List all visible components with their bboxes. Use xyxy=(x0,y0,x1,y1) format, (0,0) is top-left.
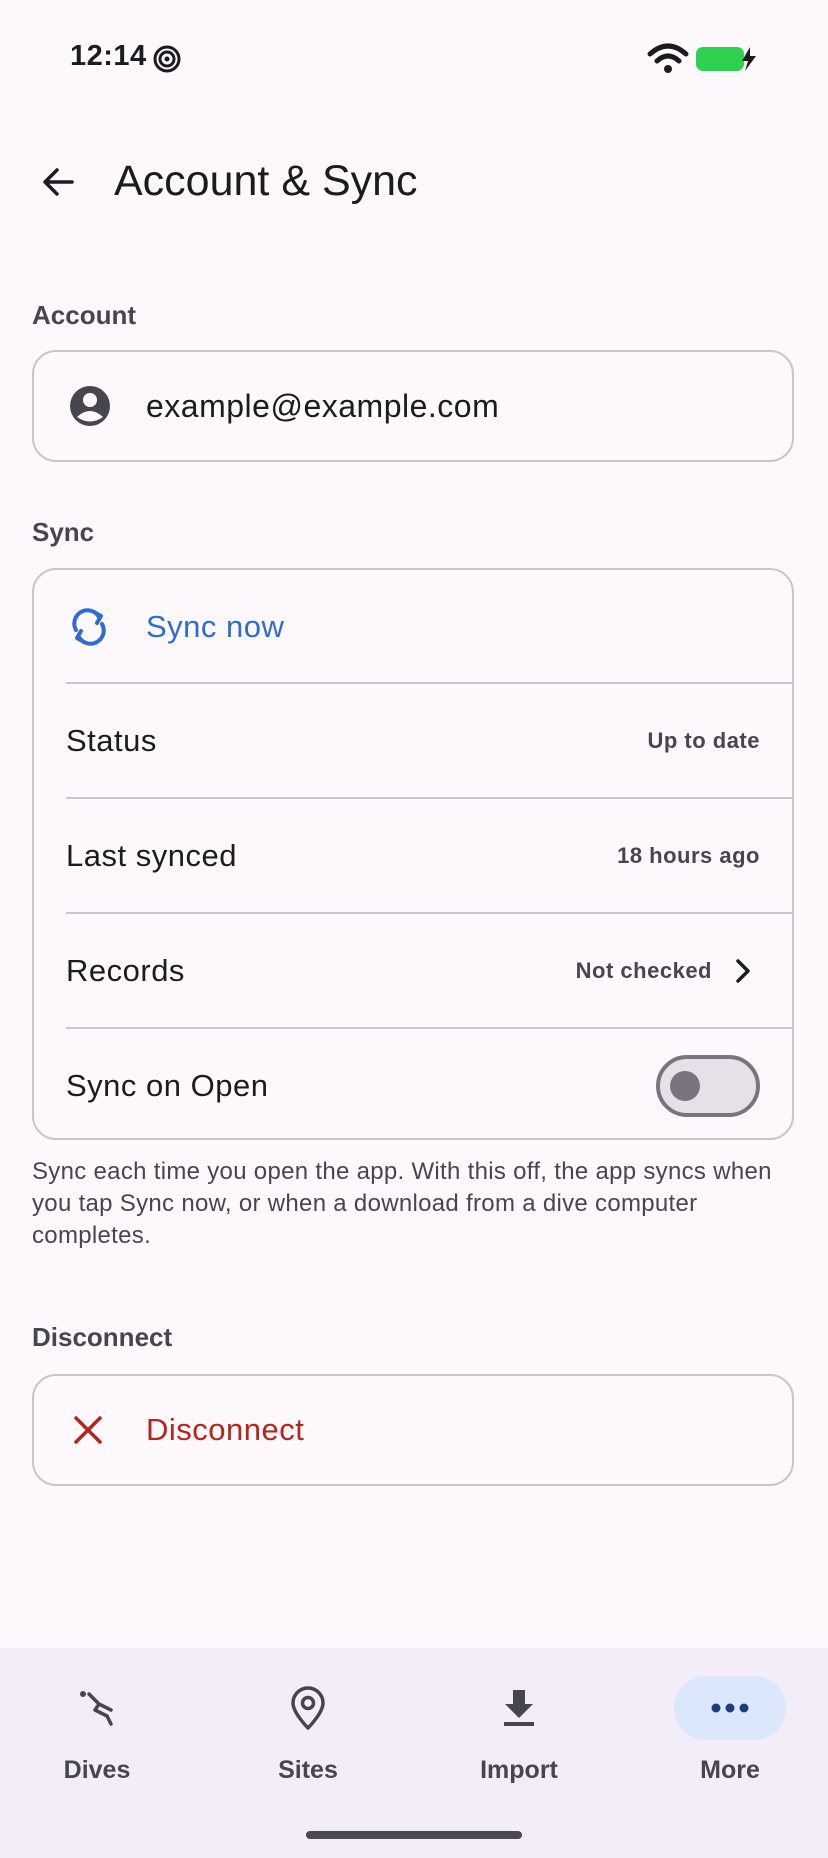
home-indicator[interactable] xyxy=(306,1831,522,1839)
status-row: Status Up to date xyxy=(34,684,792,798)
sync-section-label: Sync xyxy=(32,517,95,547)
disconnect-button[interactable]: Disconnect xyxy=(34,1376,792,1484)
sync-on-open-toggle[interactable] xyxy=(656,1055,760,1117)
app-bar: Account & Sync xyxy=(0,130,828,230)
close-icon xyxy=(74,1416,102,1444)
nav-label-more: More xyxy=(700,1756,760,1784)
nav-icon-container xyxy=(463,1676,575,1740)
dive-icon xyxy=(80,1691,113,1726)
last-synced-value: 18 hours ago xyxy=(617,843,760,868)
nav-icon-container xyxy=(41,1676,153,1740)
nav-item-more[interactable]: More xyxy=(665,1676,795,1806)
disconnect-section-label: Disconnect xyxy=(32,1322,173,1352)
nav-item-dives[interactable]: Dives xyxy=(32,1676,162,1806)
spiral-notification-icon xyxy=(153,45,181,73)
sync-icon xyxy=(72,608,106,646)
sync-now-button[interactable]: Sync now xyxy=(34,570,792,684)
disconnect-label: Disconnect xyxy=(146,1412,305,1447)
more-horizontal-icon xyxy=(711,1703,749,1713)
last-synced-label: Last synced xyxy=(66,838,237,873)
records-value: Not checked xyxy=(575,958,712,983)
records-label: Records xyxy=(66,953,185,988)
nav-icon-container-active xyxy=(674,1676,786,1740)
bottom-navigation: Dives Sites Import More xyxy=(0,1648,828,1858)
wifi-icon xyxy=(647,43,689,73)
nav-label-sites: Sites xyxy=(278,1756,338,1784)
nav-icon-container xyxy=(252,1676,364,1740)
status-value: Up to date xyxy=(647,728,760,753)
account-circle-icon xyxy=(70,386,110,426)
status-label: Status xyxy=(66,723,157,758)
nav-item-import[interactable]: Import xyxy=(454,1676,584,1806)
sync-card: Sync now Status Up to date Last synced 1… xyxy=(32,568,794,1140)
sync-on-open-label: Sync on Open xyxy=(66,1068,269,1103)
account-email: example@example.com xyxy=(146,387,500,424)
nav-item-sites[interactable]: Sites xyxy=(243,1676,373,1806)
page-title: Account & Sync xyxy=(114,157,418,205)
back-button[interactable] xyxy=(28,152,88,212)
sync-help-text: Sync each time you open the app. With th… xyxy=(32,1158,772,1249)
account-row[interactable]: example@example.com xyxy=(34,352,792,460)
chevron-right-icon xyxy=(736,959,750,983)
account-section-label: Account xyxy=(32,300,136,330)
sync-now-label: Sync now xyxy=(146,609,285,644)
toggle-knob xyxy=(670,1071,700,1101)
status-bar: 12:14 xyxy=(0,0,828,110)
sync-on-open-row: Sync on Open xyxy=(34,1029,792,1143)
disconnect-card: Disconnect xyxy=(32,1374,794,1486)
battery-charging-icon xyxy=(696,47,756,71)
nav-label-dives: Dives xyxy=(63,1756,131,1784)
nav-label-import: Import xyxy=(480,1756,558,1784)
account-card: example@example.com xyxy=(32,350,794,462)
last-synced-row: Last synced 18 hours ago xyxy=(34,799,792,913)
download-icon xyxy=(504,1690,534,1726)
records-row[interactable]: Records Not checked xyxy=(34,914,792,1028)
arrow-back-icon xyxy=(43,168,74,196)
status-time: 12:14 xyxy=(70,40,147,72)
location-pin-icon xyxy=(291,1686,325,1730)
